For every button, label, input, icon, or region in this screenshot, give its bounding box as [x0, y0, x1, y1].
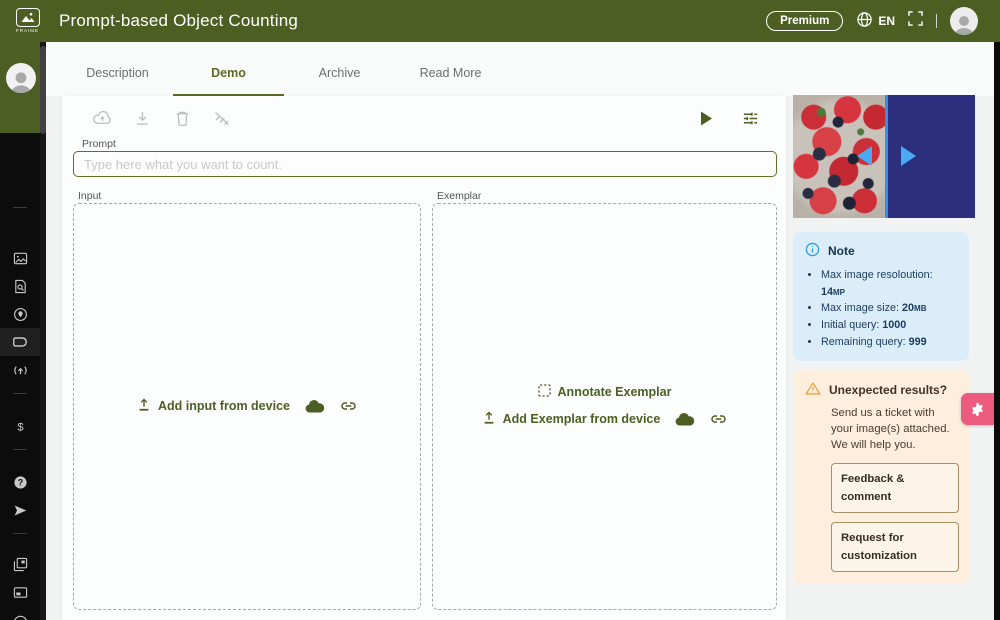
prompt-input[interactable] [73, 151, 777, 177]
tab-archive[interactable]: Archive [284, 66, 395, 96]
sidebar-divider [13, 449, 27, 450]
feedback-comment-button[interactable]: Feedback & comment [831, 462, 959, 513]
page-scrollbar[interactable] [994, 42, 1000, 620]
page-title: Prompt-based Object Counting [59, 11, 299, 30]
premium-badge[interactable]: Premium [766, 11, 844, 31]
note-box: Note Max image resoloution: 14MP Max ima… [793, 232, 969, 361]
app-header: FRAIME Prompt-based Object Counting Prem… [0, 0, 1000, 42]
logo-image-icon [15, 7, 40, 27]
warning-box: Unexpected results? Send us a ticket wit… [793, 369, 969, 585]
add-exemplar-label: Add Exemplar from device [502, 412, 661, 426]
annotate-exemplar-label: Annotate Exemplar [557, 385, 672, 399]
sidebar-divider [13, 533, 27, 534]
tab-description[interactable]: Description [62, 66, 173, 96]
run-play-button[interactable] [694, 106, 718, 130]
request-customization-button[interactable]: Request for customization [831, 521, 959, 573]
tab-bar: Description Demo Archive Read More [46, 42, 994, 96]
cloud-upload-icon[interactable] [90, 106, 114, 130]
input-zone-label: Input [78, 190, 102, 202]
note-item: Remaining query: 999 [821, 334, 959, 351]
main-content: Description Demo Archive Read More Promp… [46, 42, 994, 620]
user-avatar[interactable] [950, 7, 978, 35]
exemplar-drop-zone[interactable]: Annotate Exemplar Add Exemplar from devi… [432, 203, 777, 610]
compare-arrow-right-icon[interactable] [901, 146, 916, 166]
sidebar-avatar[interactable] [6, 63, 36, 93]
annotate-select-icon [537, 384, 551, 400]
upload-icon [482, 410, 496, 428]
warning-title: Unexpected results? [829, 382, 948, 397]
left-sidebar: $ ? [0, 42, 46, 620]
example-photo-berries [793, 95, 887, 218]
trash-icon[interactable] [170, 106, 194, 130]
sidebar-scrollbar[interactable] [40, 42, 46, 620]
settings-fab-gear-icon[interactable] [961, 393, 994, 425]
demo-panel: Prompt Input Exemplar Add input from dev… [62, 96, 786, 620]
exemplar-zone-label: Exemplar [437, 190, 482, 202]
logo-text: FRAIME [15, 27, 39, 33]
sidebar-item-tag[interactable] [0, 328, 40, 356]
note-item: Max image size: 20MB [821, 300, 959, 317]
note-list: Max image resoloution: 14MP Max image si… [805, 267, 959, 351]
sidebar-item-image[interactable] [0, 244, 40, 272]
settings-tune-icon[interactable] [738, 106, 762, 130]
sidebar-item-document[interactable] [0, 272, 40, 300]
link-source-icon[interactable] [710, 411, 727, 427]
note-item: Max image resoloution: 14MP [821, 267, 959, 300]
sidebar-scrollbar-thumb[interactable] [40, 46, 46, 134]
note-title: Note [828, 244, 855, 258]
sidebar-item-help[interactable]: ? [0, 468, 40, 496]
language-switch[interactable]: EN [856, 11, 895, 31]
sidebar-item-card[interactable] [0, 578, 40, 606]
sidebar-item-pages[interactable] [0, 550, 40, 578]
upload-icon [137, 397, 151, 415]
tab-demo[interactable]: Demo [173, 66, 284, 96]
header-divider [936, 14, 937, 28]
sidebar-item-globe-marker[interactable] [0, 300, 40, 328]
tab-read-more[interactable]: Read More [395, 66, 506, 96]
right-panel: Note Max image resoloution: 14MP Max ima… [793, 95, 975, 585]
note-item: Initial query: 1000 [821, 317, 959, 334]
sidebar-divider [13, 207, 27, 208]
run-tools [694, 106, 762, 130]
sidebar-divider [13, 393, 27, 394]
fullscreen-icon[interactable] [908, 11, 923, 31]
annotations-off-icon[interactable] [210, 106, 234, 130]
download-icon[interactable] [130, 106, 154, 130]
input-drop-zone[interactable]: Add input from device [73, 203, 421, 610]
compare-arrow-left-icon[interactable] [857, 146, 872, 166]
add-input-from-device[interactable]: Add input from device [137, 397, 290, 415]
cloud-source-icon[interactable] [304, 399, 326, 414]
link-source-icon[interactable] [340, 398, 357, 414]
cloud-source-icon[interactable] [674, 412, 696, 427]
annotate-exemplar[interactable]: Annotate Exemplar [537, 384, 672, 400]
warning-icon [805, 381, 821, 399]
info-icon [805, 242, 820, 260]
sidebar-item-profile[interactable] [0, 606, 40, 620]
example-compare-image[interactable] [793, 95, 975, 218]
svg-text:$: $ [17, 421, 24, 433]
prompt-label: Prompt [82, 138, 116, 150]
sidebar-item-pricing[interactable]: $ [0, 412, 40, 440]
add-exemplar-from-device[interactable]: Add Exemplar from device [482, 410, 661, 428]
compare-slider-handle[interactable] [885, 95, 888, 218]
sidebar-item-broadcast[interactable] [0, 356, 40, 384]
svg-text:?: ? [17, 477, 22, 487]
sidebar-item-send[interactable] [0, 496, 40, 524]
globe-icon [856, 11, 873, 31]
sidebar-profile-area [0, 42, 40, 133]
toolbar [90, 106, 234, 130]
add-input-label: Add input from device [158, 399, 290, 413]
language-label: EN [878, 14, 895, 28]
warning-body: Send us a ticket with your image(s) atta… [831, 406, 950, 452]
app-logo[interactable]: FRAIME [14, 7, 41, 35]
